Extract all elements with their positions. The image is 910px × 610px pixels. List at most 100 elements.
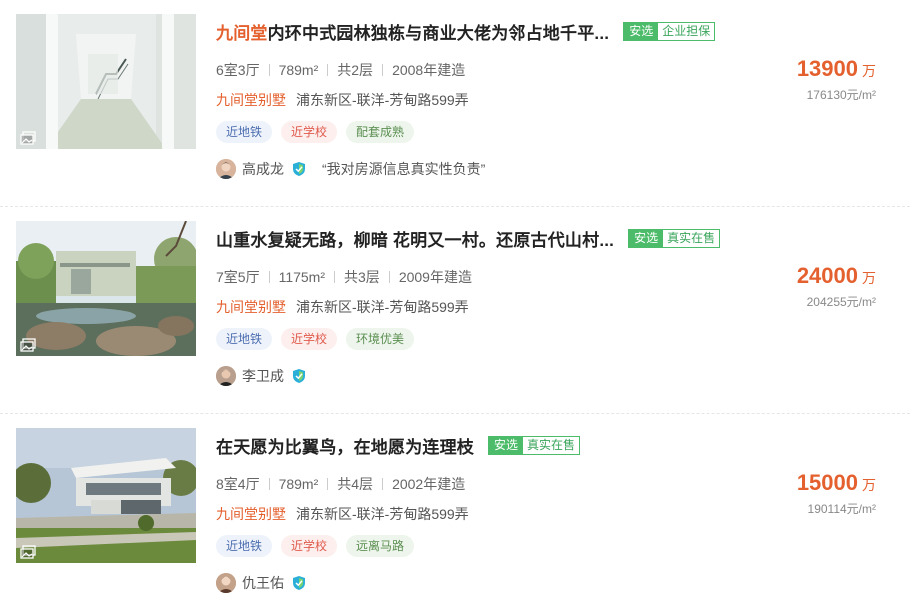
divider [327,64,329,76]
agent-avatar[interactable] [216,159,236,179]
listing-photo[interactable] [16,428,196,563]
divider [268,64,270,76]
hallway-photo [16,14,196,149]
unit-price: 204255元/m² [806,295,876,309]
house-layout: 7室5厅 [216,269,260,285]
agent-info: 高成龙 “我对房源信息真实性负责” [216,159,485,179]
total-price: 13900 万 [797,56,876,82]
villa-exterior-photo [16,428,196,563]
listing-item[interactable]: 山重水复疑无路，柳暗 花明又一村。还原古代山村... 安选 真实在售 7室5厅 … [0,207,910,414]
price-value: 15000 [796,470,858,495]
tag-feature: 环境优美 [346,328,415,350]
title-text: 山重水复疑无路，柳暗 花明又一村。还原古代山村... [216,230,615,250]
house-floors: 共2层 [337,62,374,78]
listing-photo[interactable] [16,221,196,356]
unit-price: 176130元/m² [806,88,876,102]
badge-select: 安选 [629,229,664,247]
listing-title[interactable]: 九间堂内环中式园林独栋与商业大佬为邻占地千平... [216,19,609,44]
house-area: 789m² [278,62,319,78]
title-text: 在天愿为比翼鸟，在地愿为连理枝 [216,437,474,457]
agent-name[interactable]: 仇王佑 [242,573,284,593]
house-info: 6室3厅 789m² 共2层 2008年建造 [216,60,465,80]
listing-item[interactable]: 在天愿为比翼鸟，在地愿为连理枝 安选 真实在售 8室4厅 789m² 共4层 2… [0,414,910,610]
community-link[interactable]: 九间堂别墅 [216,299,286,315]
house-built-year: 2002年建造 [392,476,466,492]
tag-feature: 配套成熟 [346,121,415,143]
house-info: 8室4厅 789m² 共4层 2002年建造 [216,474,465,494]
listing-item[interactable]: 九间堂内环中式园林独栋与商业大佬为邻占地千平... 安选 企业担保 6室3厅 7… [0,0,910,207]
agent-info: 李卫成 [216,366,306,386]
location: 九间堂别墅 浦东新区-联洋-芳甸路599弄 [216,297,469,317]
price-box: 15000 万 190114元/m² [797,470,876,517]
tag-subway: 近地铁 [216,535,273,557]
community-link[interactable]: 九间堂别墅 [216,506,286,522]
divider [388,271,390,283]
listing-photo[interactable] [16,14,196,149]
title-text: 内环中式园林独栋与商业大佬为邻占地千平... [267,23,610,43]
agent-avatar[interactable] [216,366,236,386]
verified-shield-icon [293,162,305,176]
tag-school: 近学校 [281,328,338,350]
divider [268,271,270,283]
house-area: 1175m² [278,269,326,285]
listing-title[interactable]: 山重水复疑无路，柳暗 花明又一村。还原古代山村... [216,226,614,251]
agent-name[interactable]: 李卫成 [242,366,284,386]
agent-info: 仇王佑 [216,573,306,593]
house-built-year: 2009年建造 [398,269,472,285]
tag-list: 近地铁 近学校 远离马路 [216,535,423,557]
price-unit: 万 [862,477,876,493]
verified-shield-icon [293,576,305,590]
agent-avatar[interactable] [216,573,236,593]
house-layout: 8室4厅 [216,476,260,492]
house-area: 789m² [278,476,319,492]
price-unit: 万 [862,270,876,286]
house-built-year: 2008年建造 [392,62,466,78]
house-layout: 6室3厅 [216,62,260,78]
tag-subway: 近地铁 [216,328,273,350]
address: 浦东新区-联洋-芳甸路599弄 [296,506,469,522]
tag-school: 近学校 [281,121,338,143]
badge-on-sale: 真实在售 [663,229,720,247]
unit-price: 190114元/m² [807,502,876,516]
tag-school: 近学校 [281,535,338,557]
tag-feature: 远离马路 [346,535,415,557]
badge-guarantee: 企业担保 [658,22,715,40]
divider [334,271,336,283]
tag-list: 近地铁 近学校 配套成熟 [216,121,423,143]
badge-select: 安选 [489,436,524,454]
tag-list: 近地铁 近学校 环境优美 [216,328,423,350]
badge-group: 安选 真实在售 [628,228,721,248]
community-link[interactable]: 九间堂别墅 [216,92,286,108]
title-brand: 九间堂 [216,23,268,43]
image-gallery-icon [20,338,36,352]
tag-subway: 近地铁 [216,121,273,143]
price-box: 24000 万 204255元/m² [797,263,876,310]
price-unit: 万 [862,63,876,79]
garden-pond-photo [16,221,196,356]
image-gallery-icon [20,131,36,145]
badge-group: 安选 企业担保 [623,21,716,41]
divider [382,64,384,76]
total-price: 15000 万 [797,470,876,496]
house-floors: 共3层 [344,269,380,285]
location: 九间堂别墅 浦东新区-联洋-芳甸路599弄 [216,90,469,110]
total-price: 24000 万 [797,263,876,289]
address: 浦东新区-联洋-芳甸路599弄 [296,92,469,108]
price-value: 24000 [796,263,858,288]
house-info: 7室5厅 1175m² 共3层 2009年建造 [216,267,472,287]
agent-name[interactable]: 高成龙 [242,159,284,179]
divider [382,478,384,490]
divider [327,478,329,490]
agent-quote: “我对房源信息真实性负责” [322,161,486,177]
badge-select: 安选 [624,22,659,40]
price-box: 13900 万 176130元/m² [797,56,876,103]
badge-on-sale: 真实在售 [523,436,580,454]
house-floors: 共4层 [337,476,374,492]
badge-group: 安选 真实在售 [488,435,581,455]
address: 浦东新区-联洋-芳甸路599弄 [296,299,469,315]
listing-title[interactable]: 在天愿为比翼鸟，在地愿为连理枝 [216,433,474,458]
price-value: 13900 [796,56,858,81]
divider [268,478,270,490]
image-gallery-icon [20,545,36,559]
location: 九间堂别墅 浦东新区-联洋-芳甸路599弄 [216,504,469,524]
